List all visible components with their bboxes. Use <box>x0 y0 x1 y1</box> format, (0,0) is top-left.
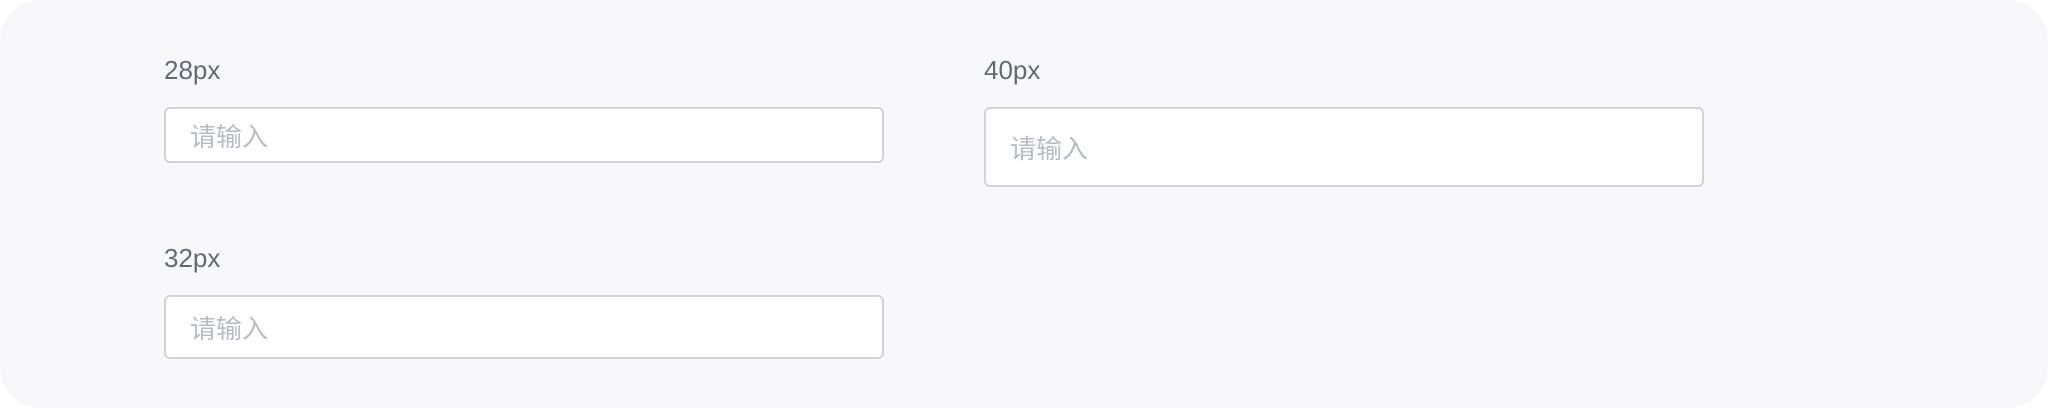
size-label-28px: 28px <box>164 55 221 85</box>
placeholder-text: 请输入 <box>190 122 269 153</box>
placeholder-text: 请输入 <box>1010 134 1089 165</box>
text-input-32px[interactable]: 请输入 <box>164 295 884 359</box>
input-size-demo-panel: 28px 请输入 40px 请输入 32px 请输入 <box>0 0 2048 408</box>
placeholder-text: 请输入 <box>190 314 269 345</box>
text-input-28px[interactable]: 请输入 <box>164 107 884 163</box>
text-input-40px[interactable]: 请输入 <box>984 107 1704 187</box>
size-label-32px: 32px <box>164 243 221 273</box>
size-label-40px: 40px <box>984 55 1041 85</box>
